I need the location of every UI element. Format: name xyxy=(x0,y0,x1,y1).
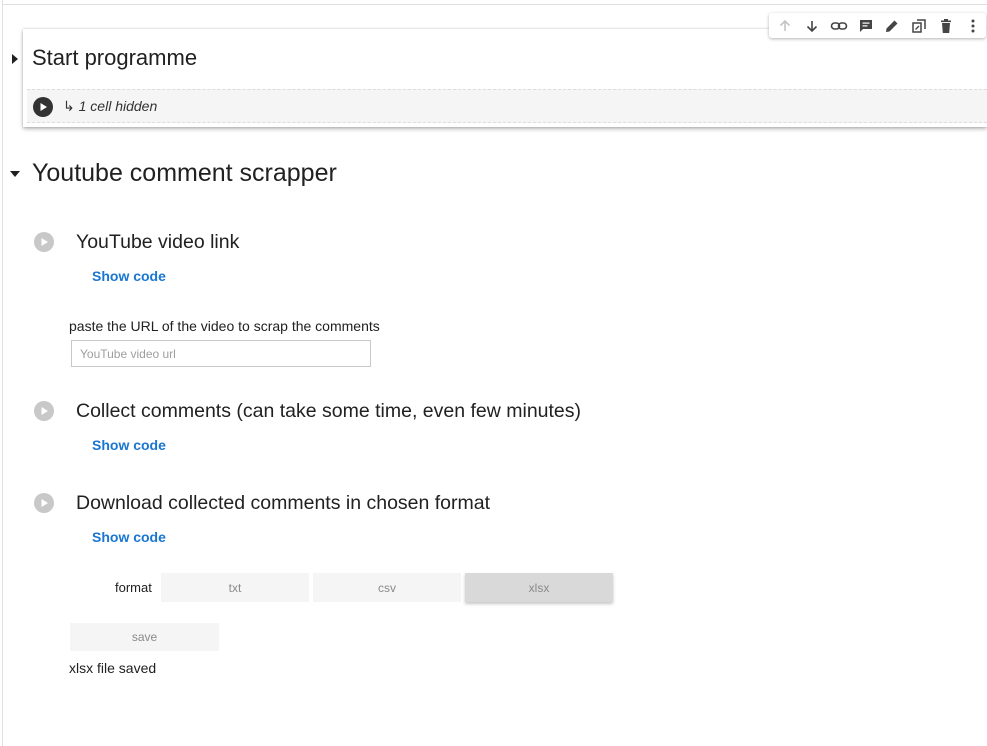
run-cell-button[interactable] xyxy=(34,401,54,421)
run-cell-button[interactable] xyxy=(34,493,54,513)
mirror-cell-button[interactable] xyxy=(906,13,933,38)
notebook-top-border xyxy=(2,4,987,5)
collapse-triangle-icon[interactable] xyxy=(9,169,21,179)
comment-icon xyxy=(859,19,872,32)
play-icon xyxy=(40,103,47,111)
more-vert-icon xyxy=(971,19,975,32)
expand-triangle-icon[interactable] xyxy=(10,53,20,65)
edit-button[interactable] xyxy=(879,13,906,38)
move-up-button[interactable] xyxy=(772,13,799,38)
hidden-cells-count: 1 cell hidden xyxy=(78,98,158,114)
format-option-csv[interactable]: csv xyxy=(313,573,461,602)
run-cell-button[interactable] xyxy=(34,232,54,252)
section-heading: Youtube comment scrapper xyxy=(32,159,337,187)
arrow-up-icon xyxy=(780,19,791,31)
play-icon xyxy=(41,407,48,415)
arrow-down-icon xyxy=(807,20,818,32)
format-option-txt[interactable]: txt xyxy=(161,573,309,602)
edit-icon xyxy=(886,20,898,32)
play-icon xyxy=(41,238,48,246)
cell-title: Collect comments (can take some time, ev… xyxy=(76,400,582,422)
save-button[interactable]: save xyxy=(70,623,219,651)
format-option-xlsx[interactable]: xlsx xyxy=(465,573,613,602)
hidden-cells-label: ↳ 1 cell hidden xyxy=(63,98,157,115)
show-code-link[interactable]: Show code xyxy=(92,268,166,284)
cell-title: Download collected comments in chosen fo… xyxy=(76,492,491,514)
run-button[interactable] xyxy=(33,97,53,117)
section-heading: Start programme xyxy=(32,45,198,70)
more-options-button[interactable] xyxy=(959,13,986,38)
cell-toolbar xyxy=(769,13,986,38)
start-programme-section[interactable]: Start programme ↳ 1 cell hidden xyxy=(12,29,987,127)
mirror-cell-icon xyxy=(912,18,926,33)
url-field-label: paste the URL of the video to scrap the … xyxy=(69,318,380,334)
return-arrow-icon: ↳ xyxy=(63,98,75,114)
cell-title: YouTube video link xyxy=(76,231,240,253)
show-code-link[interactable]: Show code xyxy=(92,529,166,545)
add-comment-button[interactable] xyxy=(852,13,879,38)
status-message: xlsx file saved xyxy=(69,660,157,676)
delete-icon xyxy=(940,18,951,33)
copy-link-button[interactable] xyxy=(826,13,853,38)
show-code-link[interactable]: Show code xyxy=(92,437,166,453)
notebook-left-border xyxy=(2,0,3,746)
link-icon xyxy=(830,21,848,30)
video-url-input[interactable] xyxy=(71,340,371,367)
format-label: format xyxy=(115,580,152,595)
move-down-button[interactable] xyxy=(799,13,826,38)
hidden-cells-row[interactable]: ↳ 1 cell hidden xyxy=(27,89,987,123)
play-icon xyxy=(41,499,48,507)
delete-cell-button[interactable] xyxy=(933,13,960,38)
